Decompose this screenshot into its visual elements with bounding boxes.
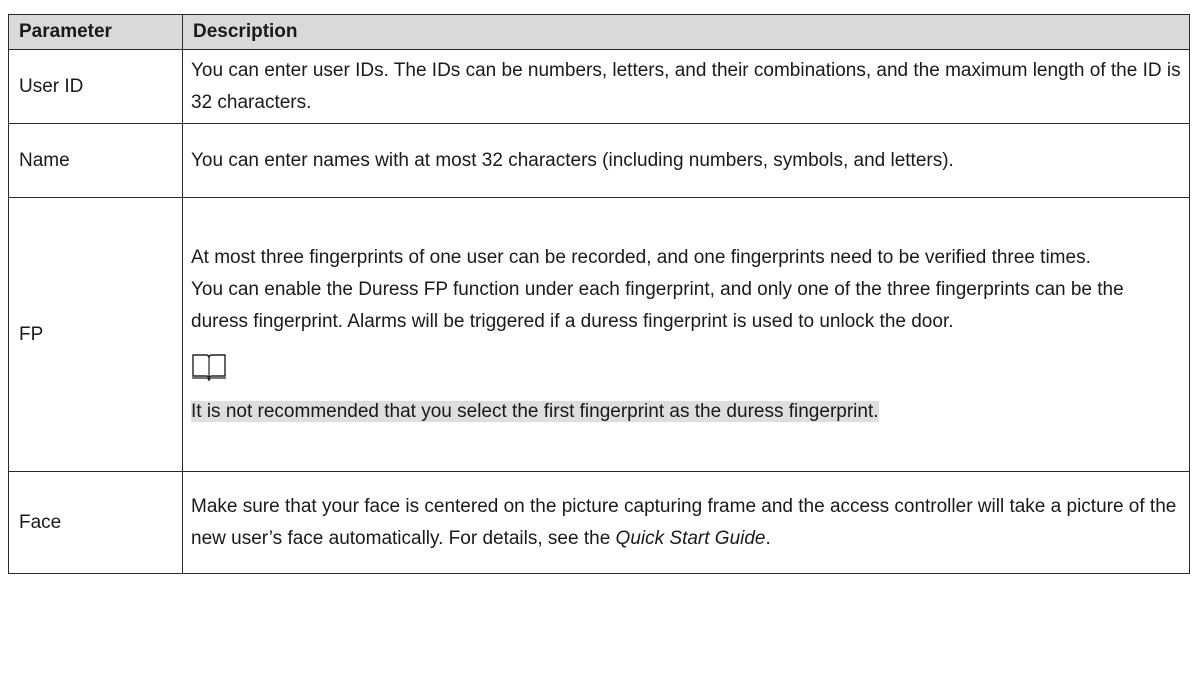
table-header-row: Parameter Description	[8, 14, 1190, 50]
note-text: It is not recommended that you select th…	[191, 400, 879, 422]
parameter-table: Parameter Description User ID You can en…	[8, 14, 1190, 574]
table-row: User ID You can enter user IDs. The IDs …	[8, 49, 1190, 124]
table-row: Face Make sure that your face is centere…	[8, 471, 1190, 574]
desc-cell: You can enter names with at most 32 char…	[182, 123, 1190, 198]
header-parameter: Parameter	[8, 14, 183, 50]
desc-cell: You can enter user IDs. The IDs can be n…	[182, 49, 1190, 124]
param-cell: User ID	[8, 49, 183, 124]
book-note-icon	[192, 353, 226, 381]
desc-cell: Make sure that your face is centered on …	[182, 471, 1190, 574]
param-cell: Name	[8, 123, 183, 198]
desc-text-end: .	[765, 527, 771, 549]
param-cell: FP	[8, 197, 183, 472]
desc-paragraph: You can enable the Duress FP function un…	[191, 278, 1124, 332]
desc-paragraph: At most three fingerprints of one user c…	[191, 246, 1091, 268]
table-row: Name You can enter names with at most 32…	[8, 123, 1190, 198]
param-cell: Face	[8, 471, 183, 574]
note-paragraph: It is not recommended that you select th…	[191, 396, 1181, 428]
table-row: FP At most three fingerprints of one use…	[8, 197, 1190, 472]
guide-reference: Quick Start Guide	[615, 527, 766, 549]
desc-cell: At most three fingerprints of one user c…	[182, 197, 1190, 472]
header-description: Description	[182, 14, 1190, 50]
